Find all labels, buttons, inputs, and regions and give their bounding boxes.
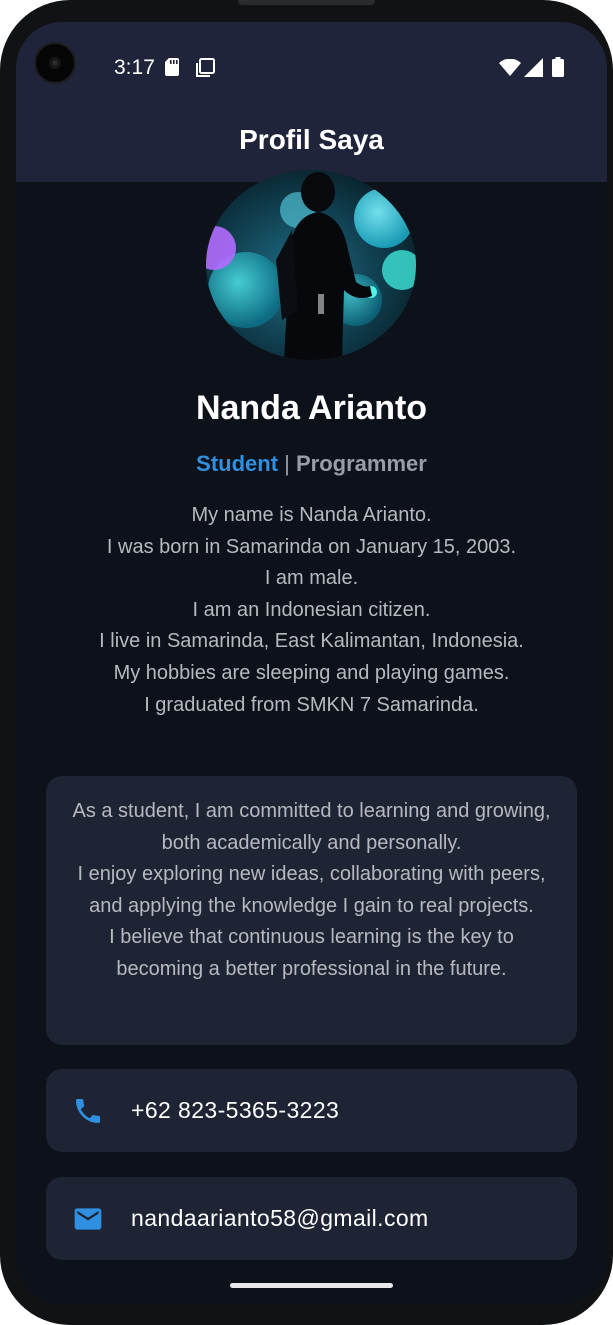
avatar xyxy=(206,170,416,360)
home-indicator[interactable] xyxy=(230,1283,393,1288)
screen-icon xyxy=(196,58,215,77)
bio-line: I was born in Samarinda on January 15, 2… xyxy=(106,535,517,558)
profile-bio: My name is Nanda Arianto. I was born in … xyxy=(16,500,607,721)
bio-line: My name is Nanda Arianto. xyxy=(191,504,432,526)
about-card: As a student, I am committed to learning… xyxy=(46,776,577,1045)
profile-photo xyxy=(206,170,416,360)
sd-card-icon xyxy=(165,58,179,76)
bio-line: I am male. xyxy=(264,567,359,590)
battery-icon xyxy=(552,57,564,77)
status-time: 3:17 xyxy=(114,56,155,79)
phone-speaker-grille xyxy=(238,0,375,5)
phone-icon xyxy=(76,1099,100,1123)
role-student: Student xyxy=(196,451,279,476)
status-bar: 3:17 xyxy=(16,22,607,112)
signal-icon xyxy=(524,58,543,77)
profile-roles: Student | Programmer xyxy=(16,449,607,479)
bio-line: I graduated from SMKN 7 Samarinda. xyxy=(144,693,479,716)
bio-line: I am an Indonesian citizen. xyxy=(192,598,431,621)
page-title: Profil Saya xyxy=(239,124,384,155)
bio-line: I live in Samarinda, East Kalimantan, In… xyxy=(99,630,524,653)
email-icon xyxy=(74,1208,102,1230)
profile-name: Nanda Arianto xyxy=(195,389,428,427)
about-line: As a student, I am committed to learning… xyxy=(72,800,551,854)
role-programmer: Programmer xyxy=(296,451,427,476)
wifi-icon xyxy=(499,59,521,76)
email-contact-card[interactable]: nandaarianto58@gmail.com xyxy=(46,1177,577,1260)
app-screen: 3:17 Profil Saya Nanda Arianto Student |… xyxy=(16,22,607,1305)
phone-contact-card[interactable]: +62 823-5365-3223 xyxy=(46,1069,577,1152)
bio-line: My hobbies are sleeping and playing game… xyxy=(113,661,510,684)
about-line: I believe that continuous learning is th… xyxy=(109,926,514,980)
about-line: I enjoy exploring new ideas, collaborati… xyxy=(77,863,546,917)
role-separator: | xyxy=(284,451,290,476)
front-camera-icon xyxy=(34,42,76,84)
phone-frame: 3:17 Profil Saya Nanda Arianto Student |… xyxy=(0,0,613,1325)
email-address: nandaarianto58@gmail.com xyxy=(131,1205,429,1231)
phone-number: +62 823-5365-3223 xyxy=(131,1097,340,1123)
